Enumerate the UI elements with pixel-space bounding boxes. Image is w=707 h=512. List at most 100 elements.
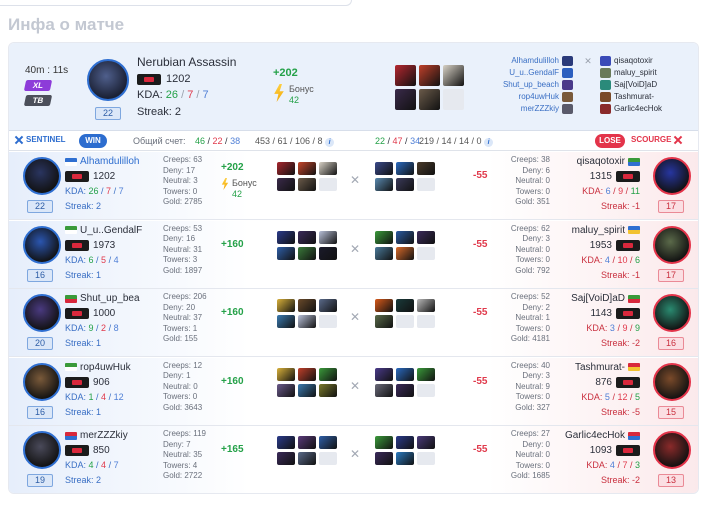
item-icon[interactable]	[396, 452, 414, 466]
item-icon[interactable]	[298, 299, 316, 313]
item-icon[interactable]	[443, 65, 464, 86]
item-icon[interactable]	[277, 299, 295, 313]
dire-roster-player[interactable]: maluy_spirit	[600, 67, 662, 79]
info-icon[interactable]: i	[484, 138, 494, 147]
radiant-total-kda: 46 / 22 / 38	[195, 136, 241, 146]
dire-roster-player[interactable]: qisaqotoxir	[600, 55, 662, 67]
radiant-player-name[interactable]: U_u..GendalF	[65, 225, 142, 236]
dire-player-name[interactable]: Tashmurat-	[575, 362, 640, 373]
item-icon[interactable]	[319, 452, 337, 466]
radiant-roster-player[interactable]: Shut_up_beach	[503, 79, 573, 91]
item-icon[interactable]	[419, 65, 440, 86]
dire-roster-player[interactable]: Saj[VoiD]aD	[600, 79, 662, 91]
item-icon[interactable]	[417, 178, 435, 191]
item-icon[interactable]	[298, 367, 316, 381]
item-icon[interactable]	[419, 89, 440, 110]
item-icon[interactable]	[375, 299, 393, 313]
item-icon[interactable]	[319, 162, 337, 175]
item-icon[interactable]	[298, 436, 316, 450]
radiant-roster-player[interactable]: Alhamdulilloh	[503, 55, 573, 67]
item-icon[interactable]	[375, 178, 393, 191]
item-icon[interactable]	[417, 436, 435, 450]
item-icon[interactable]	[277, 246, 295, 260]
item-icon[interactable]	[319, 246, 337, 260]
item-icon[interactable]	[375, 452, 393, 466]
item-icon[interactable]	[319, 178, 337, 191]
hero-avatar[interactable]	[87, 59, 129, 101]
item-icon[interactable]	[417, 230, 435, 244]
item-icon[interactable]	[298, 246, 316, 260]
item-icon[interactable]	[396, 436, 414, 450]
item-icon[interactable]	[395, 89, 416, 110]
item-icon[interactable]	[396, 178, 414, 191]
item-icon[interactable]	[277, 162, 295, 175]
item-icon[interactable]	[319, 299, 337, 313]
item-icon[interactable]	[396, 315, 414, 329]
info-icon[interactable]: i	[325, 138, 335, 147]
item-icon[interactable]	[375, 383, 393, 397]
item-icon[interactable]	[277, 230, 295, 244]
radiant-mmr: 906	[65, 376, 110, 388]
item-icon[interactable]	[395, 65, 416, 86]
item-icon[interactable]	[375, 162, 393, 175]
radiant-player-name[interactable]: merZZZkiy	[65, 430, 128, 441]
item-icon[interactable]	[375, 315, 393, 329]
item-icon[interactable]	[396, 299, 414, 313]
item-icon[interactable]	[417, 452, 435, 466]
dire-player-name[interactable]: qisaqotoxir	[577, 156, 640, 167]
item-icon[interactable]	[319, 383, 337, 397]
radiant-hero-avatar[interactable]	[23, 294, 61, 333]
item-icon[interactable]	[375, 436, 393, 450]
item-icon[interactable]	[396, 162, 414, 175]
radiant-roster-player[interactable]: rop4uwHuk	[503, 91, 573, 103]
item-icon[interactable]	[375, 230, 393, 244]
item-icon[interactable]	[417, 299, 435, 313]
item-icon[interactable]	[417, 367, 435, 381]
dire-hero-avatar[interactable]	[653, 225, 691, 264]
item-icon[interactable]	[277, 315, 295, 329]
item-icon[interactable]	[298, 315, 316, 329]
item-icon[interactable]	[396, 246, 414, 260]
item-icon[interactable]	[417, 162, 435, 175]
dire-hero-avatar[interactable]	[653, 294, 691, 333]
dire-roster-player[interactable]: Garlic4ecHok	[600, 103, 662, 115]
radiant-hero-avatar[interactable]	[23, 225, 61, 264]
item-icon[interactable]	[298, 178, 316, 191]
dire-player-name[interactable]: Garlic4ecHok	[565, 430, 640, 441]
item-icon[interactable]	[443, 89, 464, 110]
radiant-hero-avatar[interactable]	[23, 157, 61, 195]
dire-player-name[interactable]: maluy_spirit	[572, 225, 640, 236]
item-icon[interactable]	[277, 452, 295, 466]
item-icon[interactable]	[277, 436, 295, 450]
dire-player-name[interactable]: Saj[VoiD]aD	[571, 293, 640, 304]
radiant-roster-player[interactable]: U_u..GendalF	[503, 67, 573, 79]
item-icon[interactable]	[319, 315, 337, 329]
item-icon[interactable]	[417, 246, 435, 260]
item-icon[interactable]	[298, 162, 316, 175]
item-icon[interactable]	[396, 367, 414, 381]
item-icon[interactable]	[277, 383, 295, 397]
item-icon[interactable]	[298, 383, 316, 397]
item-icon[interactable]	[375, 246, 393, 260]
item-icon[interactable]	[298, 452, 316, 466]
item-icon[interactable]	[319, 436, 337, 450]
rank-icon	[65, 376, 89, 388]
item-icon[interactable]	[396, 383, 414, 397]
item-icon[interactable]	[417, 383, 435, 397]
radiant-player-name[interactable]: Alhamdulilloh	[65, 156, 139, 167]
item-icon[interactable]	[277, 178, 295, 191]
item-icon[interactable]	[298, 230, 316, 244]
radiant-player-name[interactable]: rop4uwHuk	[65, 362, 131, 373]
item-icon[interactable]	[396, 230, 414, 244]
item-icon[interactable]	[375, 367, 393, 381]
item-icon[interactable]	[417, 315, 435, 329]
dire-hero-avatar[interactable]	[653, 362, 691, 401]
radiant-hero-avatar[interactable]	[23, 362, 61, 401]
dire-hero-avatar[interactable]	[653, 157, 691, 195]
radiant-roster-player[interactable]: merZZZkiy	[503, 103, 573, 115]
item-icon[interactable]	[319, 367, 337, 381]
item-icon[interactable]	[277, 367, 295, 381]
radiant-player-name[interactable]: Shut_up_bea	[65, 293, 140, 304]
item-icon[interactable]	[319, 230, 337, 244]
dire-roster-player[interactable]: Tashmurat-	[600, 91, 662, 103]
